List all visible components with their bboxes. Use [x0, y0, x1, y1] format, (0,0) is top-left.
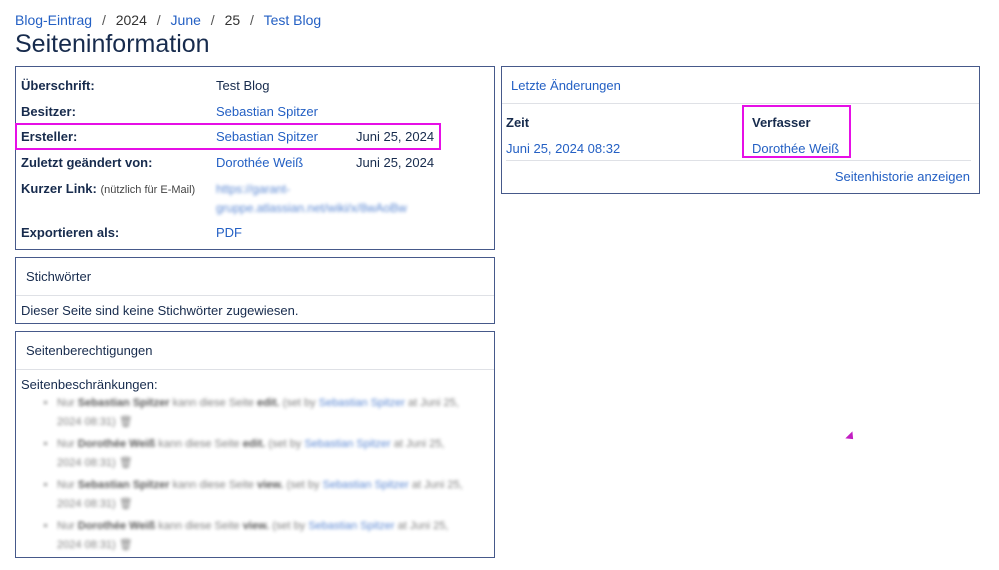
- export-pdf-link[interactable]: PDF: [216, 225, 242, 240]
- breadcrumb-separator: /: [210, 12, 215, 28]
- page-history-link[interactable]: Seitenhistorie anzeigen: [835, 169, 970, 184]
- restriction-set-by-link[interactable]: Sebastian Spitzer: [323, 479, 409, 491]
- restriction-text: kann diese Seite: [172, 479, 254, 491]
- restriction-set-prefix: (set by: [282, 397, 316, 409]
- keywords-header: Stichwörter: [16, 258, 494, 296]
- restriction-item: Nur Sebastian Spitzer kann diese Seite e…: [57, 394, 467, 432]
- restriction-set-prefix: (set by: [286, 479, 320, 491]
- changes-divider: [506, 160, 971, 161]
- restriction-set-prefix: (set by: [272, 520, 306, 532]
- keywords-panel: Stichwörter Dieser Seite sind keine Stic…: [15, 257, 495, 324]
- restriction-permission: view.: [256, 479, 284, 491]
- restriction-set-by-link[interactable]: Sebastian Spitzer: [319, 397, 405, 409]
- time-column-header: Zeit: [506, 115, 530, 130]
- restriction-user: Dorothée Weiß: [77, 438, 156, 450]
- restriction-user: Sebastian Spitzer: [77, 397, 170, 409]
- restriction-permission: edit.: [242, 438, 266, 450]
- shortlink-label-group: Kurzer Link: (nützlich für E-Mail): [21, 181, 195, 196]
- page-title: Seiteninformation: [15, 30, 210, 58]
- trash-icon[interactable]: 🗑: [119, 416, 133, 428]
- shortlink-label: Kurzer Link:: [21, 181, 97, 196]
- permissions-panel: Seitenberechtigungen Seitenbeschränkunge…: [15, 331, 495, 558]
- creator-label: Ersteller:: [21, 129, 78, 144]
- breadcrumb-separator: /: [156, 12, 161, 28]
- modified-by-link[interactable]: Dorothée Weiß: [216, 155, 303, 170]
- restriction-user: Sebastian Spitzer: [77, 479, 170, 491]
- restriction-prefix: Nur: [57, 438, 75, 450]
- restriction-set-by-link[interactable]: Sebastian Spitzer: [308, 520, 394, 532]
- restriction-text: kann diese Seite: [158, 438, 240, 450]
- breadcrumb-day: 25: [224, 12, 241, 28]
- owner-label: Besitzer:: [21, 104, 76, 119]
- restriction-item: Nur Sebastian Spitzer kann diese Seite v…: [57, 476, 467, 514]
- breadcrumb-blog-entry[interactable]: Blog-Eintrag: [15, 12, 92, 28]
- restrictions-heading: Seitenbeschränkungen:: [21, 377, 158, 392]
- permissions-header: Seitenberechtigungen: [16, 332, 494, 370]
- author-column-header: Verfasser: [752, 115, 811, 130]
- restriction-text: kann diese Seite: [172, 397, 254, 409]
- mouse-cursor-icon: [845, 431, 857, 443]
- restriction-prefix: Nur: [57, 479, 75, 491]
- change-time-link[interactable]: Juni 25, 2024 08:32: [506, 141, 620, 156]
- restrictions-list: Nur Sebastian Spitzer kann diese Seite e…: [21, 394, 489, 555]
- title-label: Überschrift:: [21, 78, 95, 93]
- restriction-item: Nur Dorothée Weiß kann diese Seite view.…: [57, 517, 467, 555]
- restriction-text: kann diese Seite: [158, 520, 240, 532]
- breadcrumb-separator: /: [250, 12, 254, 28]
- recent-changes-header: Letzte Änderungen: [502, 67, 979, 104]
- keywords-text: Dieser Seite sind keine Stichwörter zuge…: [21, 303, 299, 318]
- shortlink-line1: https://garant-: [216, 182, 291, 196]
- trash-icon[interactable]: 🗑: [119, 498, 133, 510]
- restriction-set-prefix: (set by: [268, 438, 302, 450]
- breadcrumb-page[interactable]: Test Blog: [264, 12, 322, 28]
- restriction-set-by-link[interactable]: Sebastian Spitzer: [304, 438, 390, 450]
- modified-date: Juni 25, 2024: [356, 155, 435, 170]
- shortlink-line2: gruppe.atlassian.net/wiki/x/8wAoBw: [216, 201, 407, 215]
- restriction-item: Nur Dorothée Weiß kann diese Seite edit.…: [57, 435, 467, 473]
- shortlink-hint: (nützlich für E-Mail): [100, 184, 196, 196]
- recent-changes-panel: Letzte Änderungen Zeit Verfasser Juni 25…: [501, 66, 980, 194]
- restriction-permission: edit.: [256, 397, 280, 409]
- restriction-prefix: Nur: [57, 520, 75, 532]
- recent-changes-link[interactable]: Letzte Änderungen: [511, 78, 621, 93]
- owner-name: Sebastian Spitzer: [216, 104, 318, 119]
- export-label: Exportieren als:: [21, 225, 120, 240]
- title-value: Test Blog: [216, 78, 270, 93]
- change-author-link[interactable]: Dorothée Weiß: [752, 141, 839, 156]
- trash-icon[interactable]: 🗑: [119, 457, 133, 469]
- breadcrumb-separator: /: [101, 12, 106, 28]
- shortlink-link[interactable]: https://garant- gruppe.atlassian.net/wik…: [216, 180, 407, 218]
- creator-link[interactable]: Sebastian Spitzer: [216, 129, 318, 144]
- breadcrumb: Blog-Eintrag / 2024 / June / 25 / Test B…: [15, 12, 321, 28]
- modified-label: Zuletzt geändert von:: [21, 155, 153, 170]
- creator-date: Juni 25, 2024: [356, 129, 435, 144]
- breadcrumb-month[interactable]: June: [171, 12, 201, 28]
- owner-link[interactable]: Sebastian Spitzer: [216, 104, 318, 119]
- restriction-prefix: Nur: [57, 397, 75, 409]
- restriction-permission: view.: [242, 520, 270, 532]
- page-info-panel: Überschrift: Test Blog Besitzer: Sebasti…: [15, 66, 495, 250]
- restriction-user: Dorothée Weiß: [77, 520, 156, 532]
- trash-icon[interactable]: 🗑: [119, 539, 133, 551]
- breadcrumb-year: 2024: [115, 12, 147, 28]
